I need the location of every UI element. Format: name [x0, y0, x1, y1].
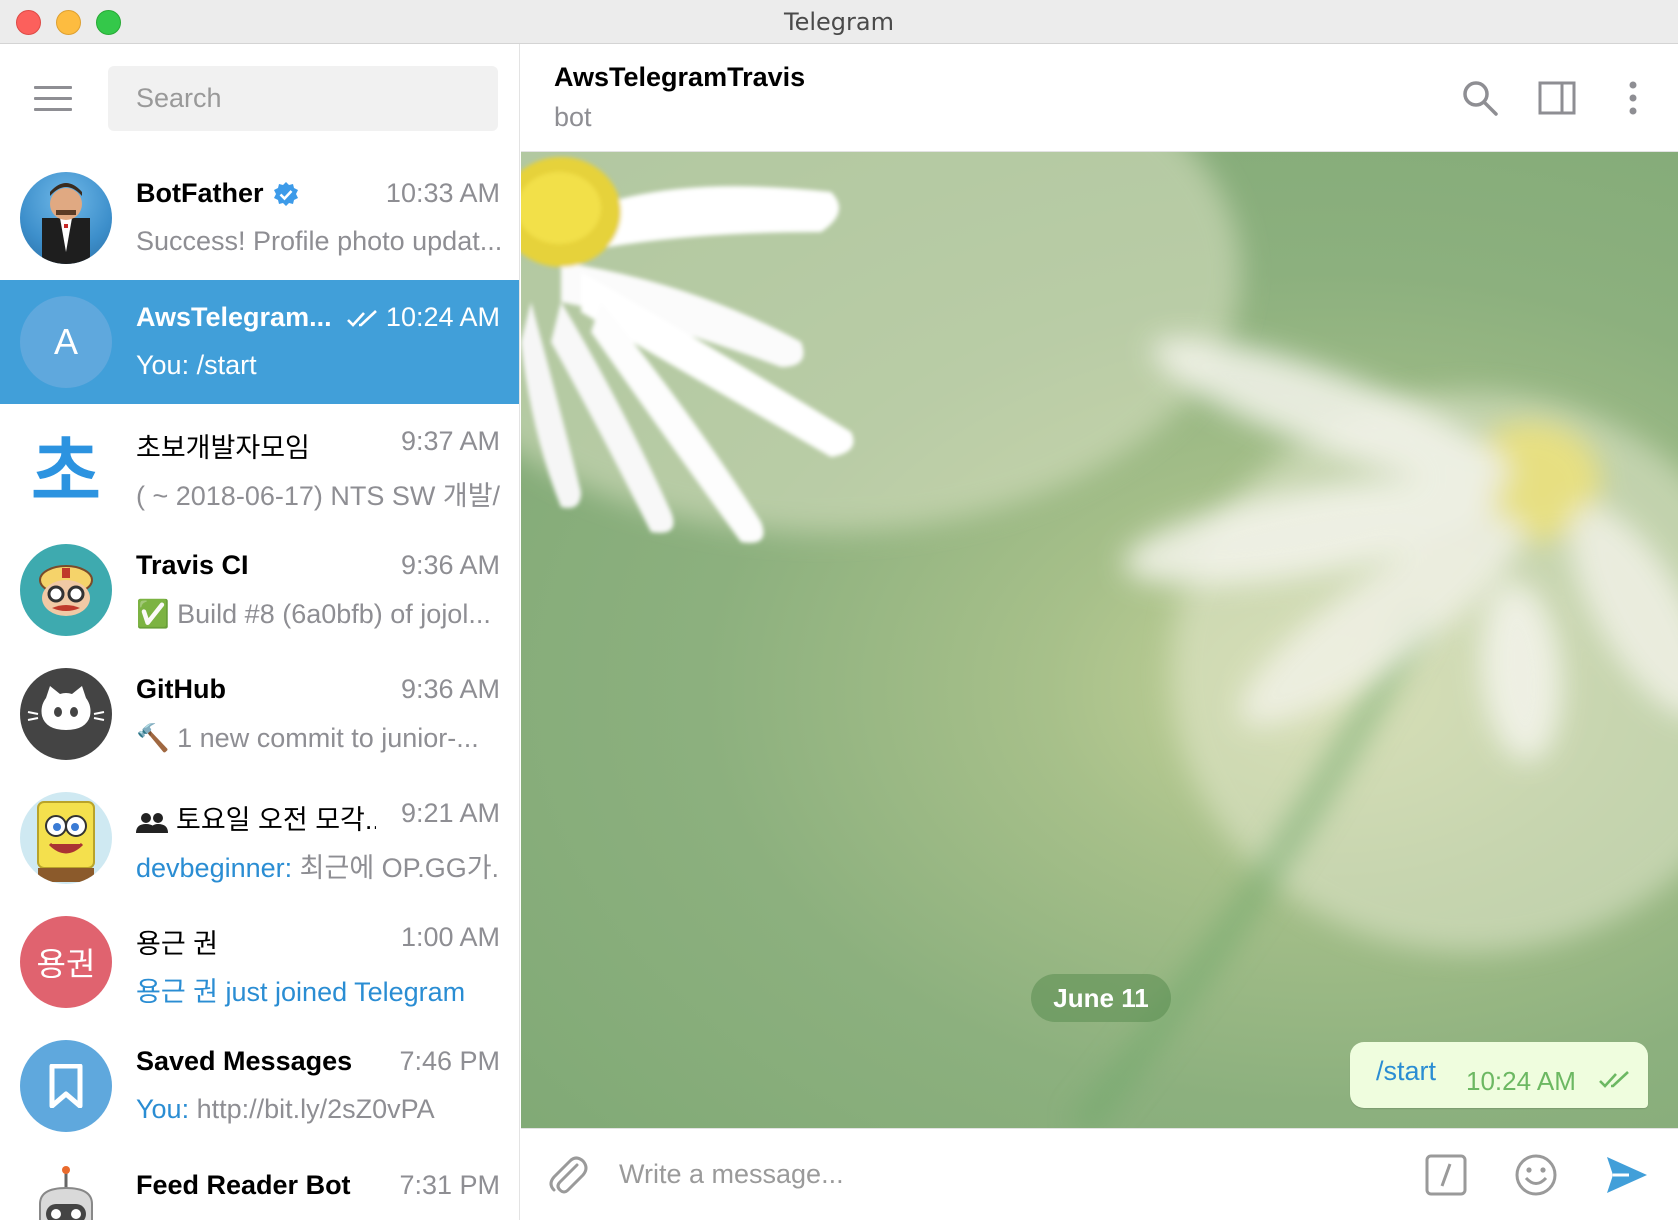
chat-preview: devbeginner: 최근에 OP.GG가...	[136, 846, 500, 885]
chat-name: AwsTelegram...	[136, 302, 332, 332]
travis-avatar	[20, 544, 112, 636]
chat-time: 10:33 AM	[385, 178, 500, 208]
chat-header: AwsTelegramTravis bot	[521, 44, 1678, 152]
bookmark-icon	[49, 1064, 83, 1108]
date-divider: June 11	[1031, 974, 1171, 1022]
chat-name: Feed Reader Bot	[136, 1170, 351, 1200]
chat-name: BotFather	[136, 178, 300, 209]
chat-time-text: 10:24 AM	[385, 302, 500, 332]
chat-list: BotFather 10:33 AM Success! Profile phot…	[0, 156, 519, 1220]
sender-name: You:	[136, 1094, 190, 1124]
message-composer	[521, 1128, 1678, 1220]
chat-preview: Success! Profile photo updat...	[136, 226, 500, 256]
title-bar: Telegram	[0, 0, 1678, 44]
sender-name: devbeginner:	[136, 853, 293, 883]
chat-preview: 용근 권 just joined Telegram	[136, 977, 466, 1007]
more-options-icon[interactable]	[1613, 78, 1653, 118]
chat-name-text: 토요일 오전 모각...	[176, 805, 376, 835]
peer-name[interactable]: AwsTelegramTravis	[554, 62, 805, 93]
chat-preview-text: 1 new commit to junior-...	[177, 723, 479, 753]
chat-time: 9:21 AM	[400, 798, 500, 828]
chat-preview-text: Build #8 (6a0bfb) of jojol...	[177, 599, 491, 629]
peer-status: bot	[554, 102, 592, 132]
chat-time: 9:36 AM	[400, 674, 500, 704]
emoji-icon[interactable]	[1512, 1151, 1560, 1199]
botfather-avatar	[20, 172, 112, 264]
chat-name: 토요일 오전 모각...	[136, 798, 376, 837]
message-text[interactable]: /start	[1376, 1056, 1436, 1087]
chat-preview: ✅ Build #8 (6a0bfb) of jojol...	[136, 598, 491, 630]
check-mark-icon: ✅	[136, 599, 170, 629]
bot-commands-icon[interactable]	[1422, 1151, 1470, 1199]
chat-item-yonggeun-kwon[interactable]: 용권 용근 권 1:00 AM 용근 권 just joined Telegra…	[0, 900, 519, 1024]
message-input[interactable]	[619, 1151, 1319, 1197]
chat-item-feed-reader-bot[interactable]: Feed Reader Bot 7:31 PM	[0, 1148, 519, 1220]
chat-preview: 🔨 1 new commit to junior-...	[136, 722, 479, 754]
group-icon	[136, 812, 168, 833]
message-time: 10:24 AM	[1466, 1066, 1576, 1096]
avatar-letter: 용권	[36, 946, 96, 982]
send-icon[interactable]	[1603, 1151, 1651, 1199]
avatar-letter: 초	[31, 431, 101, 512]
chat-name: 용근 권	[136, 929, 219, 959]
chat-preview: You: /start	[136, 350, 257, 380]
avatar: A	[20, 296, 112, 388]
chat-name: Saved Messages	[136, 1046, 353, 1076]
avatar: 초	[20, 420, 112, 512]
avatar	[20, 1040, 112, 1132]
chat-preview: You: http://bit.ly/2sZ0vPA	[136, 1094, 435, 1125]
attach-icon[interactable]	[543, 1151, 591, 1199]
double-check-icon	[347, 309, 377, 327]
hammer-icon: 🔨	[136, 723, 170, 753]
chat-time: 7:46 PM	[399, 1046, 500, 1076]
message-bubble-outgoing[interactable]: /start 10:24 AM	[1350, 1042, 1648, 1108]
chat-time: 9:37 AM	[400, 426, 500, 456]
hamburger-menu-icon[interactable]	[34, 86, 72, 114]
robot-avatar	[20, 1164, 112, 1220]
chat-preview-text: 최근에 OP.GG가...	[299, 853, 500, 883]
chat-time: 9:36 AM	[400, 550, 500, 580]
spongebob-avatar	[20, 792, 112, 884]
verified-badge-icon	[273, 181, 298, 206]
chat-name: 초보개발자모임	[136, 433, 310, 463]
chat-time: 7:31 PM	[399, 1170, 500, 1200]
github-avatar	[20, 668, 112, 760]
avatar: 용권	[20, 916, 112, 1008]
chat-name: GitHub	[136, 674, 226, 704]
chat-item-github[interactable]: GitHub 9:36 AM 🔨 1 new commit to junior-…	[0, 652, 519, 776]
chat-preview: ( ~ 2018-06-17) NTS SW 개발/...	[136, 481, 500, 511]
search-input[interactable]	[108, 66, 498, 131]
chat-time: 1:00 AM	[400, 922, 500, 952]
chat-item-travis-ci[interactable]: Travis CI 9:36 AM ✅ Build #8 (6a0bfb) of…	[0, 528, 519, 652]
window-title: Telegram	[784, 8, 894, 36]
chat-item-beginner-dev-group[interactable]: 초 초보개발자모임 9:37 AM ( ~ 2018-06-17) NTS SW…	[0, 404, 519, 528]
sidebar-toggle-icon[interactable]	[1537, 78, 1577, 118]
avatar-letter: A	[53, 321, 78, 362]
chat-name: Travis CI	[136, 550, 249, 580]
chat-preview-text: http://bit.ly/2sZ0vPA	[196, 1094, 435, 1124]
chat-panel: AwsTelegramTravis bot June 11 /start 10:…	[521, 44, 1678, 1220]
chat-time: 10:24 AM	[346, 302, 500, 333]
chat-item-awstelegramtravis[interactable]: A AwsTelegram... 10:24 AM You: /start	[0, 280, 519, 404]
search-icon[interactable]	[1460, 78, 1500, 118]
chat-item-saturday-group[interactable]: 토요일 오전 모각... 9:21 AM devbeginner: 최근에 OP…	[0, 776, 519, 900]
chat-item-saved-messages[interactable]: Saved Messages 7:46 PM You: http://bit.l…	[0, 1024, 519, 1148]
chat-background: June 11 /start 10:24 AM	[521, 152, 1678, 1128]
chat-item-botfather[interactable]: BotFather 10:33 AM Success! Profile phot…	[0, 156, 519, 280]
sidebar: BotFather 10:33 AM Success! Profile phot…	[0, 44, 520, 1220]
double-check-icon	[1599, 1071, 1629, 1088]
